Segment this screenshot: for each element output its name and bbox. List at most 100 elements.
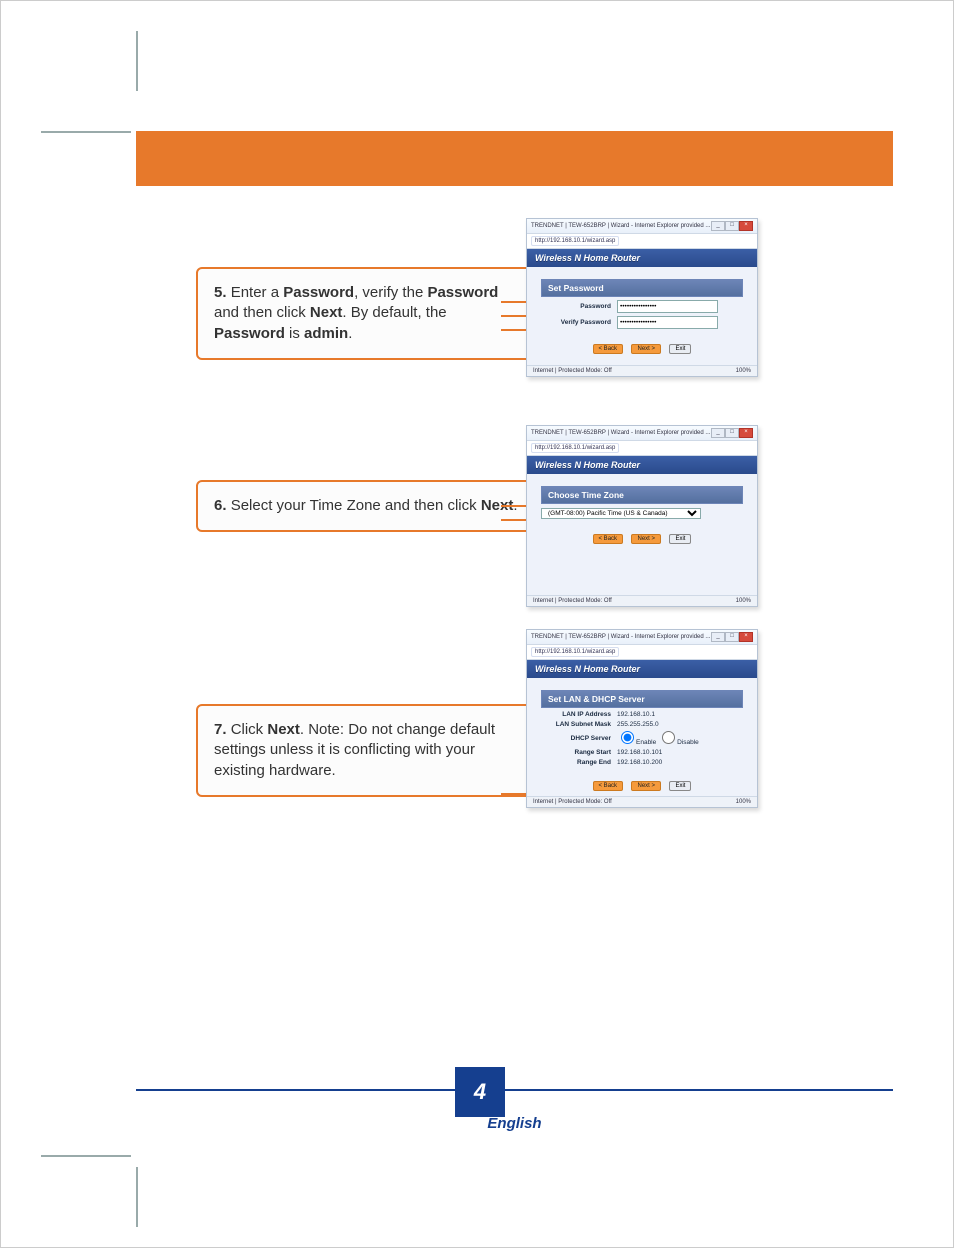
wizard-nav: < Back Next > Exit bbox=[533, 527, 751, 545]
window-title: TRENDNET | TEW-652BRP | Wizard - Interne… bbox=[531, 634, 710, 640]
range-start-value: 192.168.10.101 bbox=[617, 749, 743, 756]
timezone-row: (GMT-08:00) Pacific Time (US & Canada) bbox=[541, 508, 743, 519]
dhcp-server-row: DHCP Server Enable Disable bbox=[541, 731, 743, 746]
minimize-icon[interactable]: _ bbox=[711, 428, 725, 438]
url-text: http://192.168.10.1/wizard.asp bbox=[531, 443, 619, 453]
back-button[interactable]: < Back bbox=[593, 344, 624, 354]
window-title: TRENDNET | TEW-652BRP | Wizard - Interne… bbox=[531, 430, 710, 436]
password-label: Password bbox=[541, 303, 617, 310]
enable-label: Enable bbox=[636, 739, 656, 746]
range-start-label: Range Start bbox=[541, 749, 617, 756]
section-title: Choose Time Zone bbox=[541, 486, 743, 504]
next-button[interactable]: Next > bbox=[631, 534, 661, 544]
crop-mark bbox=[41, 131, 131, 133]
subnet-mask-row: LAN Subnet Mask 255.255.255.0 bbox=[541, 721, 743, 728]
step-number: 5. bbox=[214, 284, 227, 301]
back-button[interactable]: < Back bbox=[593, 534, 624, 544]
section-title: Set Password bbox=[541, 279, 743, 297]
status-bar: Internet | Protected Mode: Off 100% bbox=[527, 365, 757, 376]
lan-ip-value: 192.168.10.1 bbox=[617, 711, 743, 718]
maximize-icon[interactable]: □ bbox=[725, 221, 739, 231]
maximize-icon[interactable]: □ bbox=[725, 428, 739, 438]
wizard-nav: < Back Next > Exit bbox=[533, 774, 751, 792]
status-text: Internet | Protected Mode: Off bbox=[533, 799, 612, 805]
range-end-value: 192.168.10.200 bbox=[617, 759, 743, 766]
close-icon[interactable]: × bbox=[739, 428, 753, 438]
manual-page: 5. Enter a Password, verify the Password… bbox=[0, 0, 954, 1248]
exit-button[interactable]: Exit bbox=[669, 781, 691, 791]
password-input[interactable] bbox=[617, 300, 718, 313]
router-header: Wireless N Home Router bbox=[527, 456, 757, 474]
maximize-icon[interactable]: □ bbox=[725, 632, 739, 642]
close-icon[interactable]: × bbox=[739, 632, 753, 642]
header-bar bbox=[136, 131, 893, 186]
minimize-icon[interactable]: _ bbox=[711, 221, 725, 231]
dhcp-enable-radio[interactable] bbox=[621, 731, 634, 744]
panel-body: Choose Time Zone (GMT-08:00) Pacific Tim… bbox=[527, 474, 757, 595]
verify-password-row: Verify Password bbox=[541, 316, 743, 329]
window-buttons: _ □ × bbox=[711, 428, 753, 438]
step-text: Click Next. Note: Do not change default … bbox=[214, 721, 495, 779]
address-bar[interactable]: http://192.168.10.1/wizard.asp bbox=[527, 234, 757, 249]
window-titlebar: TRENDNET | TEW-652BRP | Wizard - Interne… bbox=[527, 426, 757, 441]
close-icon[interactable]: × bbox=[739, 221, 753, 231]
section-title: Set LAN & DHCP Server bbox=[541, 690, 743, 708]
footer-rule bbox=[136, 1089, 893, 1091]
range-end-label: Range End bbox=[541, 759, 617, 766]
next-button[interactable]: Next > bbox=[631, 781, 661, 791]
dhcp-disable-radio[interactable] bbox=[662, 731, 675, 744]
step-text: Enter a Password, verify the Password an… bbox=[214, 284, 498, 342]
url-text: http://192.168.10.1/wizard.asp bbox=[531, 647, 619, 657]
crop-mark bbox=[136, 1167, 138, 1227]
range-start-row: Range Start 192.168.10.101 bbox=[541, 749, 743, 756]
exit-button[interactable]: Exit bbox=[669, 534, 691, 544]
subnet-mask-label: LAN Subnet Mask bbox=[541, 721, 617, 728]
window-titlebar: TRENDNET | TEW-652BRP | Wizard - Interne… bbox=[527, 630, 757, 645]
exit-button[interactable]: Exit bbox=[669, 344, 691, 354]
zoom-text: 100% bbox=[736, 598, 751, 604]
dhcp-server-label: DHCP Server bbox=[541, 735, 617, 742]
router-header: Wireless N Home Router bbox=[527, 249, 757, 267]
page-number: 4 bbox=[474, 1079, 486, 1105]
range-end-row: Range End 192.168.10.200 bbox=[541, 759, 743, 766]
instruction-step-5: 5. Enter a Password, verify the Password… bbox=[196, 267, 537, 360]
address-bar[interactable]: http://192.168.10.1/wizard.asp bbox=[527, 645, 757, 660]
window-title: TRENDNET | TEW-652BRP | Wizard - Interne… bbox=[531, 223, 710, 229]
step-number: 6. bbox=[214, 497, 227, 514]
minimize-icon[interactable]: _ bbox=[711, 632, 725, 642]
screenshot-lan-dhcp: TRENDNET | TEW-652BRP | Wizard - Interne… bbox=[526, 629, 758, 808]
verify-password-input[interactable] bbox=[617, 316, 718, 329]
status-bar: Internet | Protected Mode: Off 100% bbox=[527, 796, 757, 807]
router-header: Wireless N Home Router bbox=[527, 660, 757, 678]
dhcp-options: Enable Disable bbox=[617, 731, 743, 746]
zoom-text: 100% bbox=[736, 799, 751, 805]
disable-label: Disable bbox=[677, 739, 699, 746]
zoom-text: 100% bbox=[736, 368, 751, 374]
step-text: Select your Time Zone and then click Nex… bbox=[231, 497, 518, 514]
next-button[interactable]: Next > bbox=[631, 344, 661, 354]
timezone-select[interactable]: (GMT-08:00) Pacific Time (US & Canada) bbox=[541, 508, 701, 519]
panel-body: Set Password Password Verify Password < … bbox=[527, 267, 757, 365]
window-buttons: _ □ × bbox=[711, 632, 753, 642]
subnet-mask-value: 255.255.255.0 bbox=[617, 721, 743, 728]
instruction-step-6: 6. Select your Time Zone and then click … bbox=[196, 480, 537, 532]
verify-password-label: Verify Password bbox=[541, 319, 617, 326]
address-bar[interactable]: http://192.168.10.1/wizard.asp bbox=[527, 441, 757, 456]
wizard-nav: < Back Next > Exit bbox=[533, 337, 751, 355]
lan-ip-label: LAN IP Address bbox=[541, 711, 617, 718]
step-number: 7. bbox=[214, 721, 227, 738]
panel-body: Set LAN & DHCP Server LAN IP Address 192… bbox=[527, 678, 757, 796]
status-text: Internet | Protected Mode: Off bbox=[533, 598, 612, 604]
instruction-step-7: 7. Click Next. Note: Do not change defau… bbox=[196, 704, 537, 797]
password-row: Password bbox=[541, 300, 743, 313]
crop-mark bbox=[41, 1155, 131, 1157]
page-number-box: 4 bbox=[455, 1067, 505, 1117]
screenshot-set-password: TRENDNET | TEW-652BRP | Wizard - Interne… bbox=[526, 218, 758, 377]
url-text: http://192.168.10.1/wizard.asp bbox=[531, 236, 619, 246]
crop-mark bbox=[136, 31, 138, 91]
window-buttons: _ □ × bbox=[711, 221, 753, 231]
status-bar: Internet | Protected Mode: Off 100% bbox=[527, 595, 757, 606]
back-button[interactable]: < Back bbox=[593, 781, 624, 791]
window-titlebar: TRENDNET | TEW-652BRP | Wizard - Interne… bbox=[527, 219, 757, 234]
screenshot-time-zone: TRENDNET | TEW-652BRP | Wizard - Interne… bbox=[526, 425, 758, 607]
